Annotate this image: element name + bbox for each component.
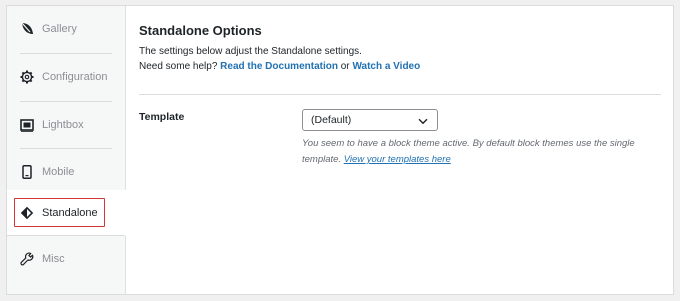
or-text: or <box>340 61 350 72</box>
section-divider <box>139 94 661 95</box>
description-line: The settings below adjust the Standalone… <box>139 46 362 57</box>
sidebar-item-label: Misc <box>42 253 65 265</box>
settings-sidebar: Gallery Configuration Lightbox Mobile St… <box>7 6 126 294</box>
sidebar-item-lightbox[interactable]: Lightbox <box>7 102 125 148</box>
gear-icon <box>20 70 34 84</box>
watch-video-link[interactable]: Watch a Video <box>352 61 420 72</box>
sidebar-item-standalone[interactable]: Standalone <box>7 190 126 236</box>
help-line: Need some help? Read the Documentation o… <box>139 59 420 74</box>
mobile-icon <box>20 165 34 179</box>
gallery-leaf-icon <box>20 22 34 36</box>
standalone-diamond-icon <box>20 206 34 220</box>
sidebar-item-label: Lightbox <box>42 119 84 131</box>
template-help-text: You seem to have a block theme active. B… <box>302 136 667 168</box>
documentation-link[interactable]: Read the Documentation <box>220 61 338 72</box>
wrench-icon <box>20 252 34 266</box>
sidebar-item-label: Mobile <box>42 166 75 178</box>
section-description: The settings below adjust the Standalone… <box>139 44 420 74</box>
help-prefix: Need some help? <box>139 61 218 72</box>
sidebar-item-configuration[interactable]: Configuration <box>7 54 125 100</box>
sidebar-item-mobile[interactable]: Mobile <box>7 149 125 195</box>
sidebar-item-gallery[interactable]: Gallery <box>7 6 125 52</box>
view-templates-link[interactable]: View your templates here <box>344 154 451 165</box>
template-select-value: (Default) <box>311 114 352 126</box>
sidebar-item-label: Gallery <box>42 23 77 35</box>
template-label: Template <box>139 111 185 123</box>
settings-panel: Gallery Configuration Lightbox Mobile St… <box>6 5 674 295</box>
lightbox-icon <box>20 118 34 132</box>
sidebar-item-misc[interactable]: Misc <box>7 236 125 282</box>
main-content: Standalone Options The settings below ad… <box>126 6 673 294</box>
template-select[interactable]: (Default) <box>302 109 438 131</box>
page-title: Standalone Options <box>139 23 262 38</box>
sidebar-item-label: Standalone <box>42 207 98 219</box>
chevron-down-icon <box>418 116 428 128</box>
sidebar-item-label: Configuration <box>42 71 108 83</box>
